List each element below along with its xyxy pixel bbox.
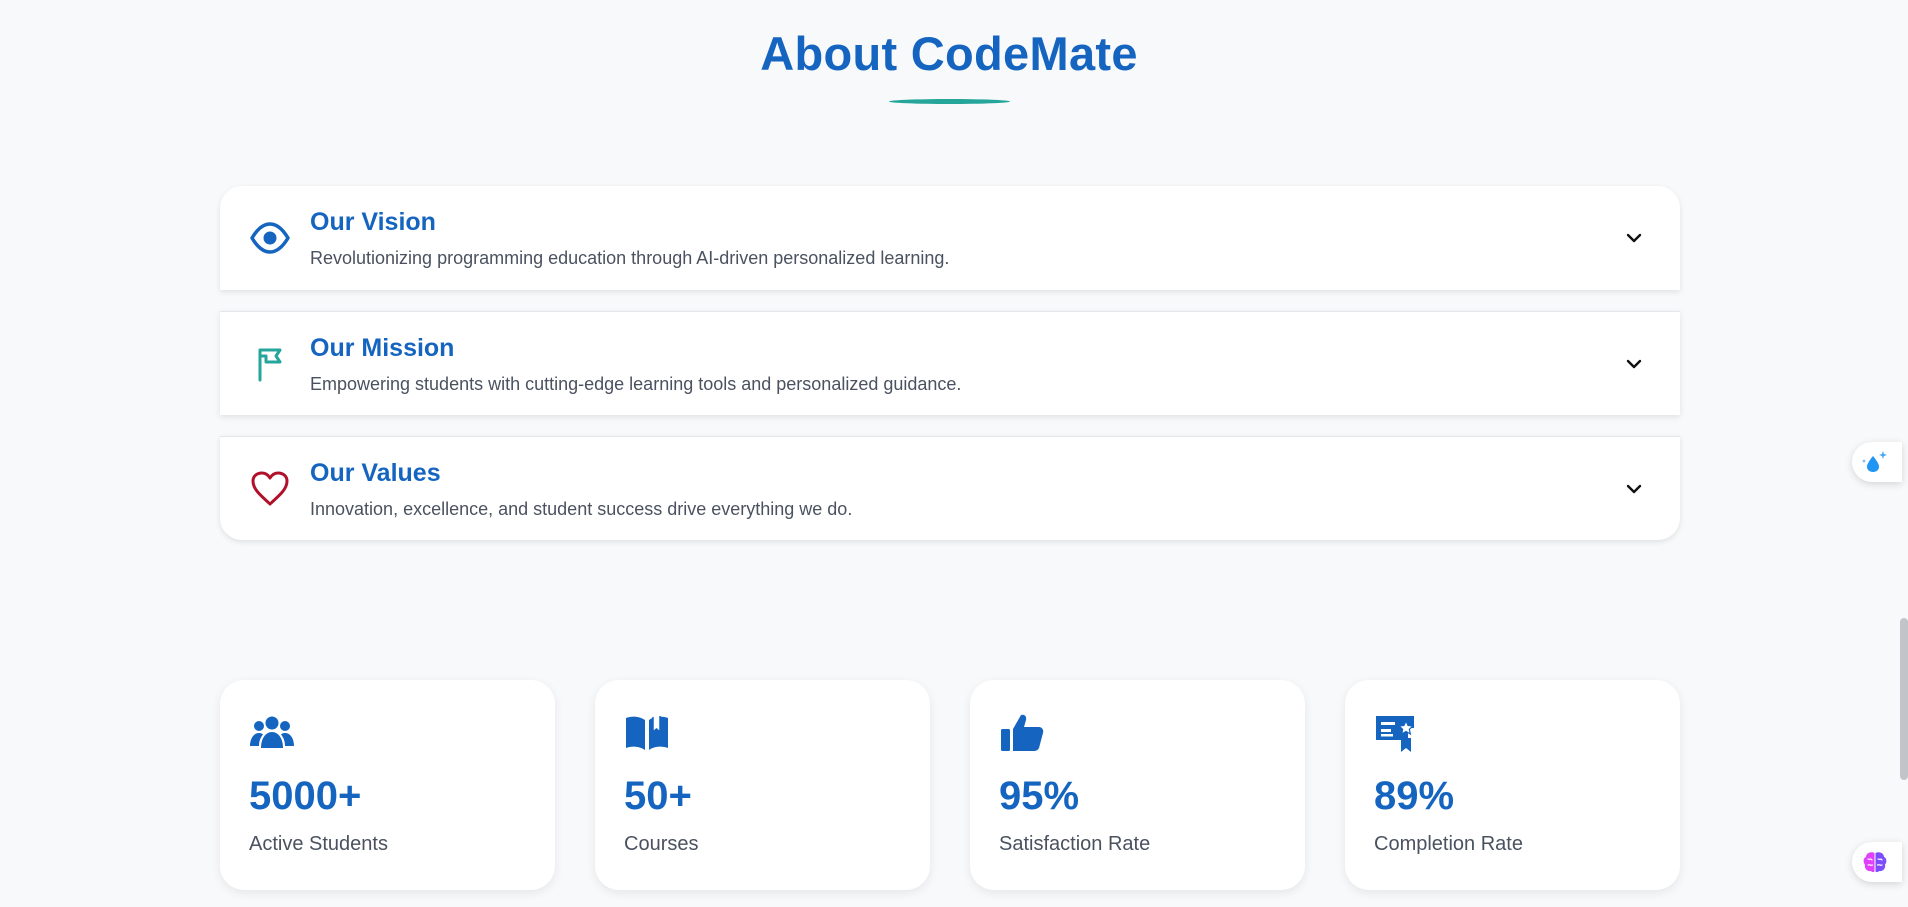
stat-card-students: 5000+ Active Students	[220, 680, 555, 890]
certificate-icon	[1376, 716, 1415, 752]
stat-value: 89%	[1374, 774, 1455, 818]
stat-label: Satisfaction Rate	[999, 833, 1151, 855]
stat-value: 95%	[999, 774, 1080, 818]
accordion-description: Empowering students with cutting-edge le…	[310, 374, 962, 394]
chevron-down-icon[interactable]	[1624, 479, 1644, 499]
stat-card-completion: 89% Completion Rate	[1345, 680, 1680, 890]
accordion-item-mission[interactable]: Our Mission Empowering students with cut…	[220, 311, 1680, 415]
brain-icon	[1863, 852, 1887, 873]
stat-value: 5000+	[249, 774, 362, 818]
heart-icon	[251, 471, 289, 506]
title-underline	[889, 99, 1010, 104]
accordion-title: Our Values	[310, 459, 441, 487]
accordion-title: Our Vision	[310, 208, 436, 236]
stat-label: Completion Rate	[1374, 833, 1523, 855]
book-icon	[626, 716, 668, 750]
flag-icon	[258, 348, 282, 382]
chevron-down-icon[interactable]	[1624, 354, 1644, 374]
chevron-down-icon[interactable]	[1624, 228, 1644, 248]
users-icon	[250, 716, 294, 748]
sparkle-widget-button[interactable]	[1852, 442, 1902, 482]
stat-label: Courses	[624, 833, 699, 855]
stat-value: 50+	[624, 774, 692, 818]
stat-card-courses: 50+ Courses	[595, 680, 930, 890]
stat-label: Active Students	[249, 833, 388, 855]
scrollbar-thumb[interactable]	[1900, 618, 1908, 780]
accordion-item-vision[interactable]: Our Vision Revolutionizing programming e…	[220, 186, 1680, 290]
accordion-item-values[interactable]: Our Values Innovation, excellence, and s…	[220, 436, 1680, 540]
sparkle-drop-icon	[1862, 451, 1887, 472]
brain-widget-button[interactable]	[1852, 842, 1902, 882]
accordion-title: Our Mission	[310, 334, 455, 362]
accordion-description: Revolutionizing programming education th…	[310, 248, 950, 268]
thumbs-up-icon	[1001, 714, 1044, 751]
accordion-description: Innovation, excellence, and student succ…	[310, 499, 853, 519]
page-title: About CodeMate	[760, 27, 1138, 80]
stat-card-satisfaction: 95% Satisfaction Rate	[970, 680, 1305, 890]
eye-icon	[250, 222, 290, 254]
